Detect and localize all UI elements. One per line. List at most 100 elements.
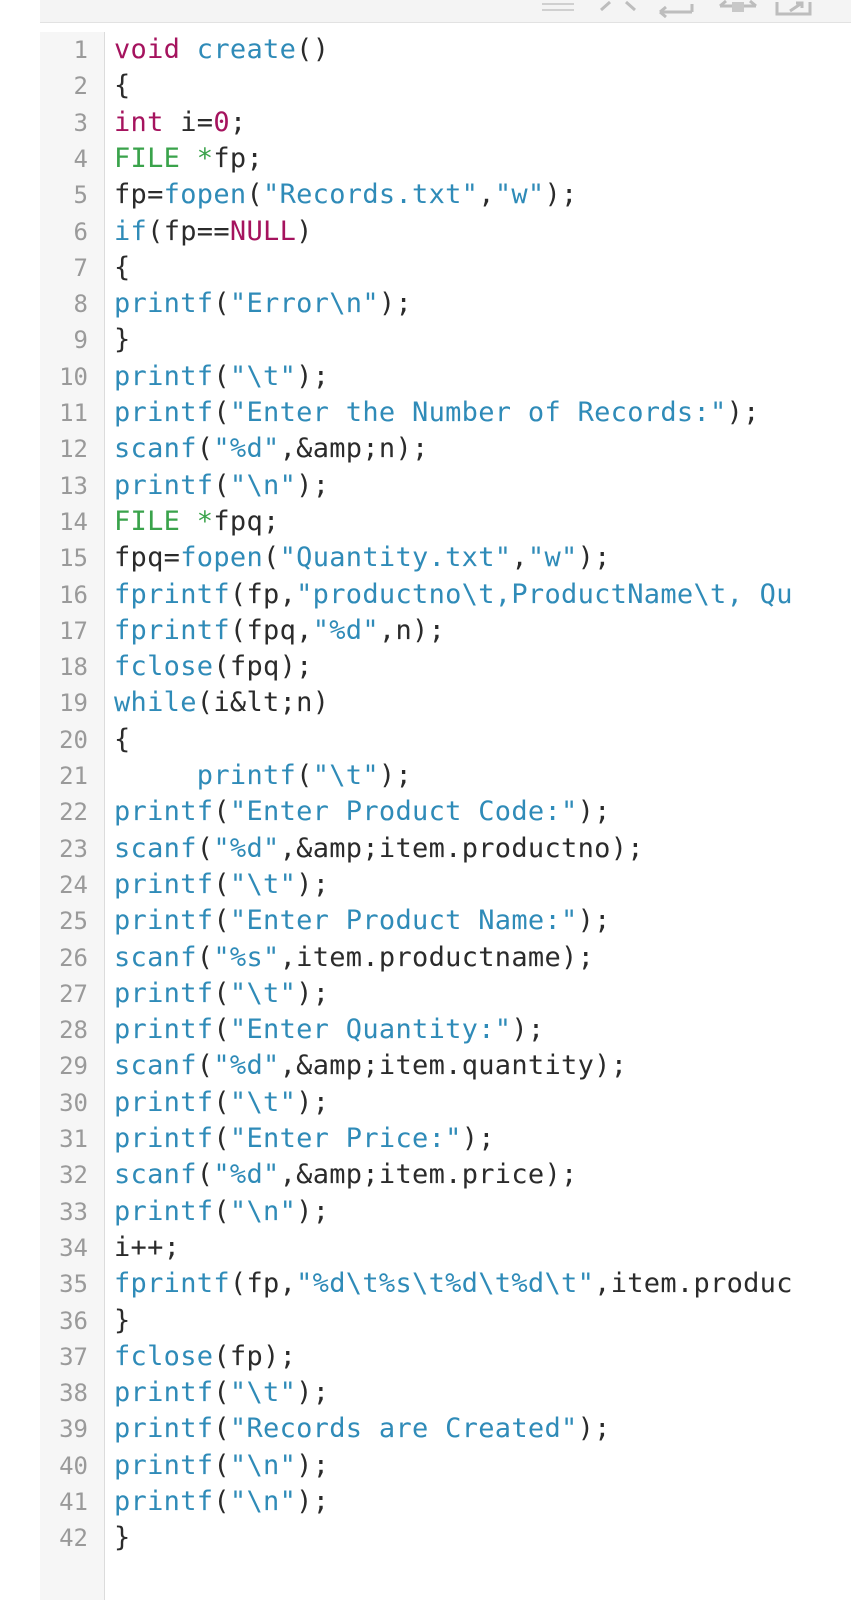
line-number: 19 <box>59 689 88 718</box>
code-token: printf <box>114 1086 214 1118</box>
code-token: ( <box>213 1449 230 1481</box>
line-number: 28 <box>59 1016 88 1045</box>
code-text: printf("\n"); <box>114 1448 329 1484</box>
code-text: FILE *fpq; <box>114 504 280 540</box>
code-text: scanf("%s",item.productname); <box>114 940 594 976</box>
code-token: "\n" <box>229 1486 297 1517</box>
code-token: , <box>279 832 297 864</box>
code-token: "\n" <box>229 1449 297 1481</box>
code-token: "Enter Quantity:" <box>229 1014 512 1046</box>
code-token: i= <box>163 106 214 138</box>
code-token: ( <box>229 578 247 610</box>
code-token: "productno\t,ProductName\t, Qu <box>296 578 793 610</box>
code-token: ( <box>213 360 230 392</box>
code-token: ( <box>213 1377 230 1409</box>
swap-icon[interactable] <box>716 0 760 18</box>
code-text: } <box>114 1520 131 1556</box>
code-token: ( <box>246 179 264 211</box>
line-number: 8 <box>73 290 88 319</box>
code-line: 29 scanf("%d",&amp;item.quantity); <box>40 1048 851 1084</box>
code-text: printf("\t"); <box>114 1085 329 1121</box>
code-line: 10 printf("\t"); <box>40 359 851 395</box>
code-token: ); <box>726 397 760 428</box>
code-line: 40 printf("\n"); <box>40 1448 851 1484</box>
code-token: ( <box>213 1123 230 1154</box>
code-token: fopen <box>163 179 247 211</box>
code-token: ( <box>147 215 164 247</box>
code-token: printf <box>114 397 214 428</box>
code-text: printf("Enter Product Name:"); <box>114 903 611 939</box>
code-editor[interactable]: 1 void create() 2{3 int i=0; 4 FILE *fp; 5 fp=f… <box>40 32 851 1600</box>
code-token: ); <box>577 1413 611 1445</box>
code-token: "Quantity.txt" <box>279 542 512 574</box>
code-token: "%s" <box>213 941 280 973</box>
code-token: printf <box>114 1449 214 1481</box>
code-token: ( <box>196 941 214 973</box>
code-text: scanf("%d",&amp;item.price); <box>114 1157 578 1193</box>
code-token: ); <box>544 179 578 211</box>
code-token: ( <box>213 796 230 828</box>
code-token: fp <box>229 1340 264 1372</box>
line-number: 18 <box>59 653 88 682</box>
code-token: scanf <box>114 832 197 864</box>
code-token: ( <box>229 1268 247 1300</box>
code-line: 3 int i=0; <box>40 105 851 141</box>
code-token: ); <box>296 868 330 900</box>
code-token: ( <box>196 832 214 864</box>
code-token: ( <box>196 1050 214 1082</box>
line-number: 13 <box>59 471 88 500</box>
code-line: 24 printf("\t"); <box>40 867 851 903</box>
code-token: printf <box>114 1377 214 1409</box>
wrap-icon[interactable] <box>656 0 698 18</box>
line-number: 2 <box>73 72 88 101</box>
code-token: , <box>279 433 297 465</box>
code-line: 8 printf("Error\n"); <box>40 286 851 322</box>
code-text: } <box>114 322 131 358</box>
code-token: ( <box>213 1195 230 1227</box>
code-toolbar <box>40 0 851 23</box>
code-text: fclose(fp); <box>114 1339 296 1375</box>
code-text: fp=fopen("Records.txt","w"); <box>114 177 578 213</box>
code-token: n <box>395 614 413 646</box>
code-text: fprintf(fp,"productno\t,ProductName\t, Q… <box>114 577 793 613</box>
code-icon[interactable] <box>598 0 638 18</box>
code-token: scanf <box>114 1050 197 1082</box>
code-token: "%d" <box>213 1050 280 1082</box>
code-line: 2{ <box>40 68 851 104</box>
code-token: * <box>196 505 214 537</box>
line-number: 40 <box>59 1451 88 1480</box>
code-token: int <box>114 106 164 138</box>
line-number: 14 <box>59 507 88 536</box>
code-token: ( <box>213 977 230 1009</box>
code-token: NULL <box>229 215 297 247</box>
code-token: printf <box>114 905 214 937</box>
code-token: printf <box>114 1413 214 1445</box>
line-number: 7 <box>73 253 88 282</box>
code-token: ( <box>213 1413 230 1445</box>
line-number: 16 <box>59 580 88 609</box>
code-token: ); <box>412 614 446 646</box>
code-text: i++; <box>114 1230 180 1266</box>
code-token: while <box>114 687 197 719</box>
line-number: 41 <box>59 1488 88 1516</box>
code-token: i++; <box>114 1231 181 1263</box>
code-token: printf <box>114 796 214 828</box>
code-line: 42} <box>40 1520 851 1556</box>
line-number: 15 <box>59 544 88 573</box>
line-number: 24 <box>59 870 88 899</box>
code-line: 21 printf("\t"); <box>40 758 851 794</box>
menu-icon[interactable] <box>540 0 576 18</box>
code-token: printf <box>114 1486 214 1517</box>
code-text: scanf("%d",&amp;n); <box>114 431 429 467</box>
code-text: void create() <box>114 32 329 68</box>
code-text: } <box>114 1303 131 1339</box>
code-line: 15 fpq=fopen("Quantity.txt","w"); <box>40 540 851 576</box>
code-token: fprintf <box>114 1268 230 1300</box>
expand-icon[interactable] <box>774 0 814 18</box>
code-token: ); <box>378 288 413 320</box>
code-token: item.produc <box>610 1268 793 1300</box>
code-line: 38 printf("\t"); <box>40 1375 851 1411</box>
code-token: ( <box>213 1014 230 1046</box>
code-text: fprintf(fp,"%d\t%s\t%d\t%d\t",item.produ… <box>114 1266 793 1302</box>
